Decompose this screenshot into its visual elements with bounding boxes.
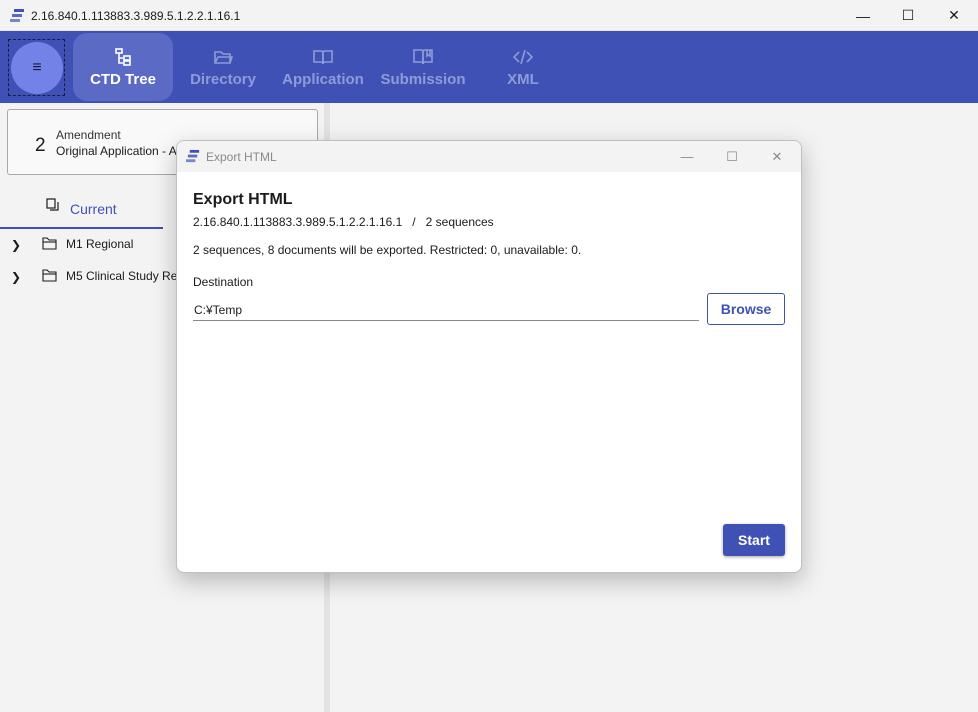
tab-submission[interactable]: Submission: [373, 31, 473, 103]
tab-application[interactable]: Application: [273, 31, 373, 103]
folder-icon: [42, 237, 57, 250]
export-summary: 2 sequences, 8 documents will be exporte…: [193, 243, 582, 257]
dialog-window-title: Export HTML: [206, 150, 277, 164]
tree-item-label: M5 Clinical Study Rep: [66, 269, 185, 283]
main-toolbar: ≡ CTD Tree Directory Application Submiss…: [0, 31, 978, 103]
close-icon: ✕: [948, 7, 960, 23]
chevron-right-icon[interactable]: ❯: [11, 270, 21, 284]
hamburger-icon: ≡: [11, 42, 63, 94]
chevron-right-icon[interactable]: ❯: [11, 238, 21, 252]
dialog-close-button[interactable]: ✕: [755, 141, 799, 172]
app-logo-icon: [186, 149, 200, 163]
tab-ctd-tree[interactable]: CTD Tree: [73, 31, 173, 103]
export-html-dialog: Export HTML — ☐ ✕ Export HTML 2.16.840.1…: [176, 140, 802, 573]
menu-button[interactable]: ≡: [8, 39, 65, 96]
window-titlebar: 2.16.840.1.113883.3.989.5.1.2.2.1.16.1 —…: [0, 0, 978, 31]
window-maximize-button[interactable]: ☐: [885, 0, 931, 31]
dialog-heading: Export HTML: [193, 191, 293, 208]
copy-icon: [46, 198, 59, 211]
folder-icon: [42, 269, 57, 282]
tab-active-background: [73, 33, 173, 101]
sequence-description: Original Application - A: [56, 144, 177, 158]
window-close-button[interactable]: ✕: [931, 0, 977, 31]
tab-label: CTD Tree: [90, 71, 156, 88]
tab-directory[interactable]: Directory: [173, 31, 273, 103]
app-logo-icon: [10, 9, 24, 22]
destination-label: Destination: [193, 275, 254, 289]
sequence-number: 2: [35, 135, 46, 156]
minimize-icon: —: [680, 149, 694, 164]
dialog-titlebar: Export HTML — ☐ ✕: [177, 141, 801, 172]
folder-open-icon: [214, 51, 233, 64]
tab-xml[interactable]: XML: [473, 31, 573, 103]
destination-input[interactable]: [193, 299, 699, 321]
dialog-subtitle: 2.16.840.1.113883.3.989.5.1.2.2.1.16.1 /…: [193, 215, 494, 229]
minimize-icon: —: [856, 7, 870, 24]
dialog-maximize-button[interactable]: ☐: [710, 141, 754, 172]
tree-icon: [115, 48, 131, 66]
book-stack-icon: [413, 49, 433, 65]
tab-current-label: Current: [70, 201, 117, 217]
maximize-icon: ☐: [901, 7, 915, 23]
tab-label: XML: [507, 71, 539, 88]
start-button[interactable]: Start: [723, 524, 785, 556]
sequence-type: Amendment: [56, 128, 121, 142]
tab-current[interactable]: Current: [0, 191, 163, 229]
book-open-icon: [313, 50, 333, 65]
code-icon: [513, 49, 533, 65]
tab-label: Submission: [380, 71, 466, 88]
browse-button[interactable]: Browse: [707, 293, 785, 325]
dialog-minimize-button[interactable]: —: [665, 141, 709, 172]
window-minimize-button[interactable]: —: [840, 0, 886, 31]
tab-label: Application: [282, 71, 364, 88]
tree-item-label: M1 Regional: [66, 237, 134, 251]
tab-label: Directory: [190, 71, 256, 88]
window-title: 2.16.840.1.113883.3.989.5.1.2.2.1.16.1: [31, 9, 241, 23]
close-icon: ✕: [771, 148, 783, 164]
maximize-icon: ☐: [726, 148, 738, 164]
